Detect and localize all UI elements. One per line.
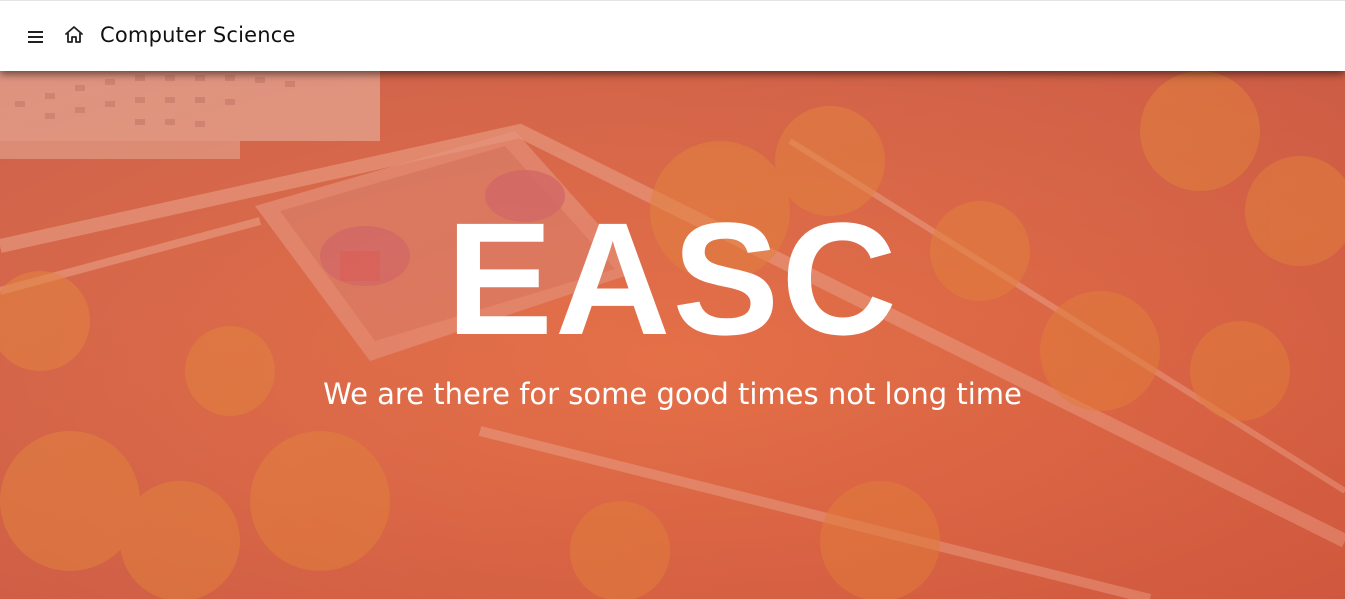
top-app-bar: Computer Science	[0, 0, 1345, 71]
hero-subtitle: We are there for some good times not lon…	[323, 377, 1022, 411]
page-title: Computer Science	[100, 23, 296, 47]
hamburger-menu-icon[interactable]	[25, 26, 47, 48]
hero-banner: EASC We are there for some good times no…	[0, 71, 1345, 599]
home-icon[interactable]	[63, 24, 85, 46]
hero-title: EASC	[446, 189, 899, 368]
